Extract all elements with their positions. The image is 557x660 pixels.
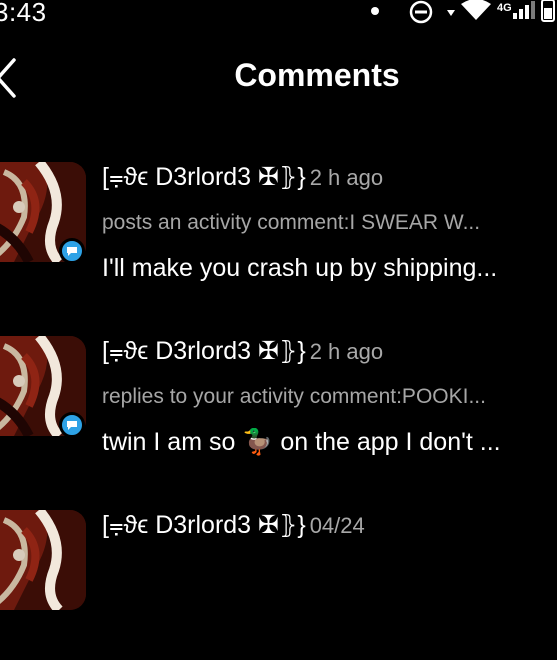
comment-header: [⩦ϑϵ D3rlord3 ✠⦄} 2 h ago xyxy=(102,162,383,192)
avatar[interactable] xyxy=(0,162,86,264)
do-not-disturb-icon xyxy=(409,0,433,24)
data-arrows-icon xyxy=(447,10,455,16)
signal-icon xyxy=(513,1,535,19)
battery-icon xyxy=(541,0,555,22)
comment-item[interactable]: [⩦ϑϵ D3rlord3 ✠⦄} 04/24 xyxy=(0,510,557,660)
comment-text: twin I am so 🦆 on the app I don't ... xyxy=(102,428,501,456)
status-time: 3:43 xyxy=(0,0,47,27)
comment-item[interactable]: [⩦ϑϵ D3rlord3 ✠⦄} 2 h ago replies to your… xyxy=(0,336,557,486)
comment-header: [⩦ϑϵ D3rlord3 ✠⦄} 04/24 xyxy=(102,510,365,540)
comment-badge-icon xyxy=(59,238,85,264)
avatar[interactable] xyxy=(0,510,86,610)
notification-dot-icon xyxy=(371,7,379,15)
timestamp: 2 h ago xyxy=(309,165,384,190)
username-link[interactable]: [⩦ϑϵ D3rlord3 ✠⦄} xyxy=(102,163,306,191)
network-type-label: 4G xyxy=(497,2,512,14)
activity-description: posts an activity comment:I SWEAR W... xyxy=(102,211,481,234)
status-bar: 3:43 4G xyxy=(0,0,557,30)
page-title: Comments xyxy=(234,57,400,93)
comment-header: [⩦ϑϵ D3rlord3 ✠⦄} 2 h ago xyxy=(102,336,383,366)
username-link[interactable]: [⩦ϑϵ D3rlord3 ✠⦄} xyxy=(102,511,306,539)
comment-badge-icon xyxy=(59,412,85,438)
comment-text: I'll make you crash up by shipping... xyxy=(102,254,498,282)
activity-description: replies to your activity comment:POOKI..… xyxy=(102,385,486,408)
timestamp: 04/24 xyxy=(309,513,365,538)
avatar[interactable] xyxy=(0,336,86,438)
wifi-icon xyxy=(461,0,491,20)
comment-item[interactable]: [⩦ϑϵ D3rlord3 ✠⦄} 2 h ago posts an activi… xyxy=(0,162,557,312)
username-link[interactable]: [⩦ϑϵ D3rlord3 ✠⦄} xyxy=(102,337,306,365)
timestamp: 2 h ago xyxy=(309,339,384,364)
